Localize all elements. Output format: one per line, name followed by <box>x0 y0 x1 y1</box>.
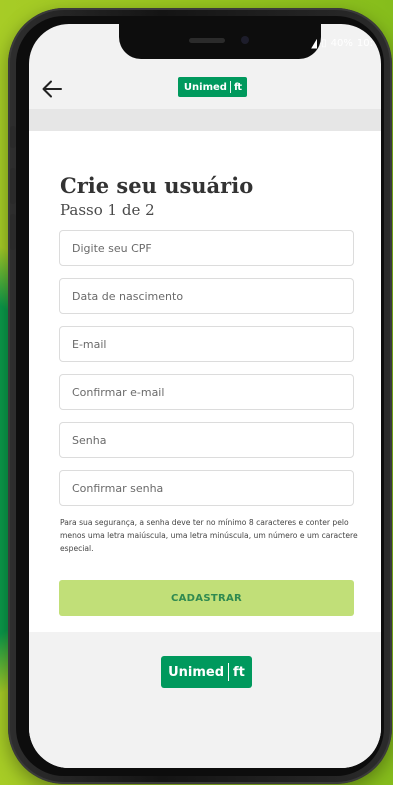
password-hint: Para sua segurança, a senha deve ter no … <box>60 518 358 553</box>
birthdate-input[interactable]: Data de nascimento <box>59 278 354 314</box>
brand-mark: ft <box>233 81 242 93</box>
unimed-logo: Unimed ft <box>178 77 247 97</box>
battery-icon: ▯ <box>321 38 327 49</box>
back-button[interactable] <box>39 76 65 102</box>
footer-brand-mark: ft <box>233 664 245 680</box>
step-indicator: Passo 1 de 2 <box>60 201 155 219</box>
brand-name: Unimed <box>183 81 227 93</box>
signup-card: Crie seu usuário Passo 1 de 2 Digite seu… <box>29 131 381 632</box>
app-header: Unimed ft <box>29 72 381 108</box>
front-camera <box>241 36 249 44</box>
page-title: Crie seu usuário <box>60 173 254 198</box>
footer-unimed-logo: Unimed ft <box>161 656 252 688</box>
footer-logo-separator <box>228 663 230 681</box>
footer-brand-name: Unimed <box>168 664 225 680</box>
confirm-email-input[interactable]: Confirmar e-mail <box>59 374 354 410</box>
footer: Unimed ft <box>29 632 381 768</box>
battery-level: 40% <box>330 38 353 49</box>
app-screen: ▯ 40% 10: Unimed ft Crie seu usuário Pas… <box>29 24 381 768</box>
register-button[interactable]: CADASTRAR <box>59 580 354 616</box>
signal-icon <box>311 38 318 49</box>
status-bar: ▯ 40% 10: <box>29 24 381 59</box>
email-input[interactable]: E-mail <box>59 326 354 362</box>
speaker <box>189 38 225 43</box>
status-indicators: ▯ 40% 10: <box>311 38 373 49</box>
clock: 10: <box>356 38 373 49</box>
cpf-input[interactable]: Digite seu CPF <box>59 230 354 266</box>
logo-separator <box>229 81 231 93</box>
password-input[interactable]: Senha <box>59 422 354 458</box>
confirm-password-input[interactable]: Confirmar senha <box>59 470 354 506</box>
arrow-left-icon <box>42 80 62 98</box>
notch <box>119 24 321 59</box>
header-divider <box>29 109 381 131</box>
